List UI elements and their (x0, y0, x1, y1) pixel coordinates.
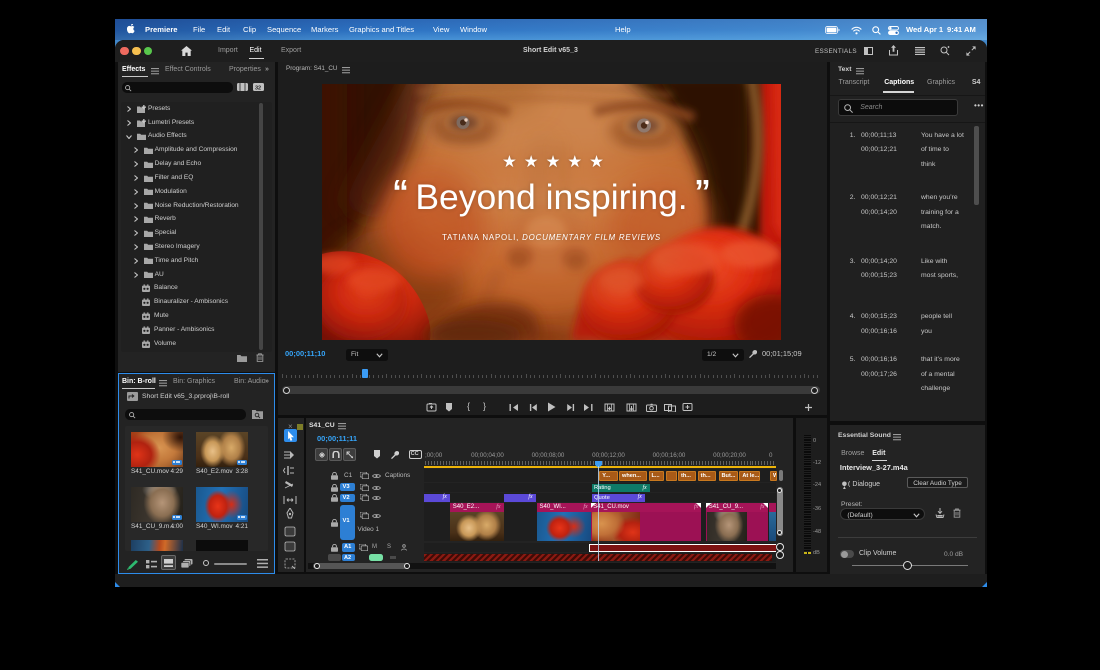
svg-text:32: 32 (255, 86, 261, 92)
